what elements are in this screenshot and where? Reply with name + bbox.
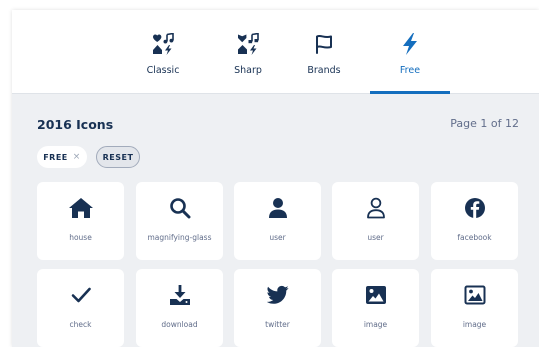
twitter-icon	[234, 283, 321, 307]
image-outline-icon	[431, 283, 518, 307]
active-tab-indicator	[370, 91, 450, 94]
flag-icon	[314, 32, 334, 56]
icon-card-magnifying-glass[interactable]: magnifying-glass	[136, 182, 223, 260]
image-icon	[332, 283, 419, 307]
results-count: 2016 Icons	[37, 117, 114, 132]
tab-sharp[interactable]: Sharp	[208, 10, 288, 94]
icon-name: user	[367, 233, 384, 242]
user-solid-icon	[234, 196, 321, 220]
tab-free[interactable]: Free	[370, 10, 450, 94]
icon-name: image	[462, 320, 487, 329]
icon-card-facebook[interactable]: facebook	[431, 182, 518, 260]
free-filter-chip[interactable]: FREE ×	[37, 146, 87, 168]
icon-name: user	[269, 233, 286, 242]
icon-name: image	[363, 320, 388, 329]
check-icon	[37, 283, 124, 307]
bolt-icon	[401, 32, 419, 56]
icon-card-user-outline[interactable]: user	[332, 182, 419, 260]
user-outline-icon	[332, 196, 419, 220]
page-indicator: Page 1 of 12	[450, 117, 519, 130]
icon-card-image-solid[interactable]: image	[332, 269, 419, 347]
icon-name: check	[69, 320, 92, 329]
icon-card-check[interactable]: check	[37, 269, 124, 347]
icon-browser: Classic Sharp Brands Free 2016 Icons Pag…	[12, 10, 539, 347]
free-filter-label: FREE	[43, 152, 68, 162]
facebook-icon	[431, 196, 518, 220]
icon-name: twitter	[265, 320, 290, 329]
icon-card-twitter[interactable]: twitter	[234, 269, 321, 347]
house-icon	[37, 196, 124, 220]
icon-card-house[interactable]: house	[37, 182, 124, 260]
icon-name: download	[161, 320, 198, 329]
icon-name: facebook	[457, 233, 492, 242]
icon-card-user-solid[interactable]: user	[234, 182, 321, 260]
tab-label: Brands	[307, 65, 341, 76]
icon-card-image-outline[interactable]: image	[431, 269, 518, 347]
reset-button[interactable]: RESET	[96, 146, 140, 168]
sharp-family-icon	[237, 32, 259, 56]
style-tabs: Classic Sharp Brands Free	[12, 10, 539, 94]
icon-name: magnifying-glass	[147, 233, 212, 242]
tab-classic[interactable]: Classic	[123, 10, 203, 94]
tab-label: Classic	[146, 65, 180, 76]
icon-card-download[interactable]: download	[136, 269, 223, 347]
download-icon	[136, 283, 223, 307]
classic-family-icon	[152, 32, 174, 56]
remove-filter-icon[interactable]: ×	[73, 152, 81, 162]
tab-label: Free	[399, 65, 421, 76]
tab-label: Sharp	[234, 65, 262, 76]
magnifying-glass-icon	[136, 196, 223, 220]
icon-name: house	[69, 233, 92, 242]
tab-brands[interactable]: Brands	[284, 10, 364, 94]
